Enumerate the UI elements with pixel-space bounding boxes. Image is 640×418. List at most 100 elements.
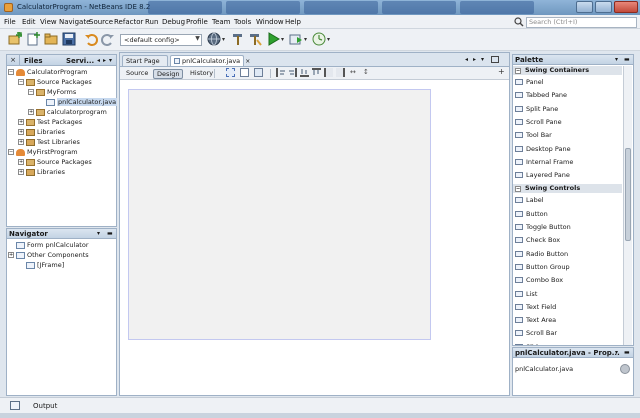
expand-icon[interactable]: + bbox=[18, 169, 24, 175]
align-bottom-icon[interactable] bbox=[300, 68, 309, 77]
maximize-editor-icon[interactable] bbox=[491, 56, 499, 63]
menu-edit[interactable]: Edit bbox=[22, 18, 36, 26]
navigator-node[interactable]: [JFrame] bbox=[8, 260, 116, 270]
palette-item[interactable]: Combo Box bbox=[514, 274, 618, 286]
align-center-icon[interactable] bbox=[336, 68, 345, 77]
preview-design-icon[interactable] bbox=[254, 68, 263, 77]
expand-icon[interactable]: + bbox=[28, 109, 34, 115]
undo-icon[interactable] bbox=[84, 32, 98, 46]
resize-vertical-icon[interactable]: ↕ bbox=[363, 68, 369, 76]
collapse-icon[interactable]: − bbox=[8, 69, 14, 75]
maximize-button[interactable] bbox=[595, 1, 612, 13]
expand-icon[interactable]: + bbox=[18, 139, 24, 145]
palette-section-header[interactable]: − Swing Containers bbox=[513, 66, 622, 75]
chevron-left-icon[interactable]: ◂ bbox=[97, 57, 100, 64]
expand-icon[interactable]: + bbox=[18, 119, 24, 125]
menu-view[interactable]: View bbox=[40, 18, 57, 26]
tab-history[interactable]: History bbox=[187, 69, 216, 79]
search-icon[interactable] bbox=[514, 17, 524, 27]
chevron-down-icon[interactable]: ▾ bbox=[109, 57, 112, 64]
tree-node[interactable]: + Test Libraries bbox=[8, 137, 116, 147]
tree-node[interactable]: − MyForms bbox=[8, 87, 116, 97]
expand-icon[interactable]: + bbox=[18, 159, 24, 165]
new-file-icon[interactable] bbox=[26, 32, 40, 46]
palette-item[interactable]: Scroll Pane bbox=[514, 116, 618, 128]
palette-item[interactable]: Label bbox=[514, 194, 618, 206]
palette-item[interactable]: Button bbox=[514, 208, 618, 220]
menu-debug[interactable]: Debug bbox=[162, 18, 185, 26]
menu-window[interactable]: Window bbox=[256, 18, 284, 26]
menu-tools[interactable]: Tools bbox=[234, 18, 251, 26]
save-all-icon[interactable] bbox=[62, 32, 76, 46]
tab-design[interactable]: Design bbox=[153, 69, 184, 79]
tab-services[interactable]: Servi... bbox=[66, 57, 94, 65]
tree-node[interactable]: pnlCalculator.java bbox=[8, 97, 118, 107]
collapse-icon[interactable]: − bbox=[28, 89, 34, 95]
palette-scrollbar[interactable] bbox=[623, 66, 632, 345]
palette-item[interactable]: Button Group bbox=[514, 261, 618, 273]
minimize-panel-icon[interactable]: ▬ bbox=[107, 230, 113, 237]
open-project-icon[interactable] bbox=[44, 32, 58, 46]
globe-icon[interactable] bbox=[207, 32, 221, 46]
align-left-icon[interactable] bbox=[276, 68, 285, 77]
tree-node[interactable]: + calculatorprogram bbox=[8, 107, 116, 117]
tab-start-page[interactable]: Start Page bbox=[122, 55, 168, 66]
output-label[interactable]: Output bbox=[33, 402, 57, 410]
design-canvas[interactable] bbox=[128, 89, 431, 340]
taskbar-tab-blurred[interactable] bbox=[148, 1, 222, 14]
palette-item[interactable]: Text Area bbox=[514, 314, 618, 326]
search-input[interactable]: Search (Ctrl+I) bbox=[526, 17, 637, 28]
align-right-icon[interactable] bbox=[288, 68, 297, 77]
tree-node[interactable]: − CalculatorProgram bbox=[8, 67, 116, 77]
palette-item[interactable]: Toggle Button bbox=[514, 221, 618, 233]
palette-item[interactable]: Text Field bbox=[514, 301, 618, 313]
collapse-icon[interactable]: − bbox=[8, 149, 14, 155]
chevron-down-icon[interactable]: ▾ bbox=[615, 349, 618, 356]
resize-horizontal-icon[interactable]: ↔ bbox=[350, 68, 356, 76]
expand-icon[interactable]: + bbox=[8, 252, 14, 258]
redo-icon[interactable] bbox=[101, 32, 115, 46]
minimize-button[interactable] bbox=[576, 1, 593, 13]
add-icon[interactable]: + bbox=[498, 67, 505, 76]
palette-item[interactable]: Internal Frame bbox=[514, 156, 618, 168]
taskbar-tab-blurred[interactable] bbox=[460, 1, 534, 14]
taskbar-tab-blurred[interactable] bbox=[382, 1, 456, 14]
chevron-down-icon[interactable]: ▼ bbox=[194, 35, 201, 45]
menu-file[interactable]: File bbox=[4, 18, 16, 26]
chevron-down-icon[interactable]: ▾ bbox=[327, 36, 330, 43]
taskbar-tab-blurred[interactable] bbox=[304, 1, 378, 14]
tree-node[interactable]: − MyFirstProgram bbox=[8, 147, 116, 157]
expand-icon[interactable]: + bbox=[18, 129, 24, 135]
output-icon[interactable] bbox=[10, 401, 20, 410]
tree-node[interactable]: − Source Packages bbox=[8, 77, 116, 87]
palette-item[interactable]: Tabbed Pane bbox=[514, 89, 618, 101]
tree-node[interactable]: + Libraries bbox=[8, 167, 116, 177]
collapse-icon[interactable]: − bbox=[515, 68, 521, 74]
palette-item[interactable]: Desktop Pane bbox=[514, 143, 618, 155]
menu-team[interactable]: Team bbox=[212, 18, 231, 26]
menu-help[interactable]: Help bbox=[285, 18, 301, 26]
menu-source[interactable]: Source bbox=[89, 18, 113, 26]
palette-item[interactable]: Scroll Bar bbox=[514, 327, 618, 339]
minimize-panel-icon[interactable]: ▬ bbox=[624, 56, 630, 63]
chevron-right-icon[interactable]: ▸ bbox=[103, 57, 106, 64]
align-baseline-icon[interactable] bbox=[324, 68, 333, 77]
menu-refactor[interactable]: Refactor bbox=[114, 18, 143, 26]
palette-item[interactable]: Check Box bbox=[514, 234, 618, 246]
close-icon[interactable]: × bbox=[245, 58, 250, 65]
tree-node[interactable]: + Source Packages bbox=[8, 157, 116, 167]
selection-mode-icon[interactable] bbox=[226, 68, 235, 77]
navigator-title[interactable]: Navigator bbox=[9, 230, 48, 238]
scrollbar-thumb[interactable] bbox=[625, 148, 631, 241]
chevron-down-icon[interactable]: ▾ bbox=[281, 36, 284, 43]
palette-item[interactable]: Split Pane bbox=[514, 103, 618, 115]
collapse-icon[interactable]: − bbox=[515, 186, 521, 193]
new-project-icon[interactable] bbox=[8, 32, 22, 46]
profile-icon[interactable] bbox=[312, 32, 326, 46]
palette-item[interactable]: Radio Button bbox=[514, 248, 618, 260]
configuration-select[interactable]: <default config> bbox=[120, 34, 202, 46]
chevron-down-icon[interactable]: ▾ bbox=[222, 36, 225, 43]
chevron-down-icon[interactable]: ▾ bbox=[304, 36, 307, 43]
hammer-icon[interactable] bbox=[231, 32, 245, 46]
tree-node[interactable]: + Test Packages bbox=[8, 117, 116, 127]
